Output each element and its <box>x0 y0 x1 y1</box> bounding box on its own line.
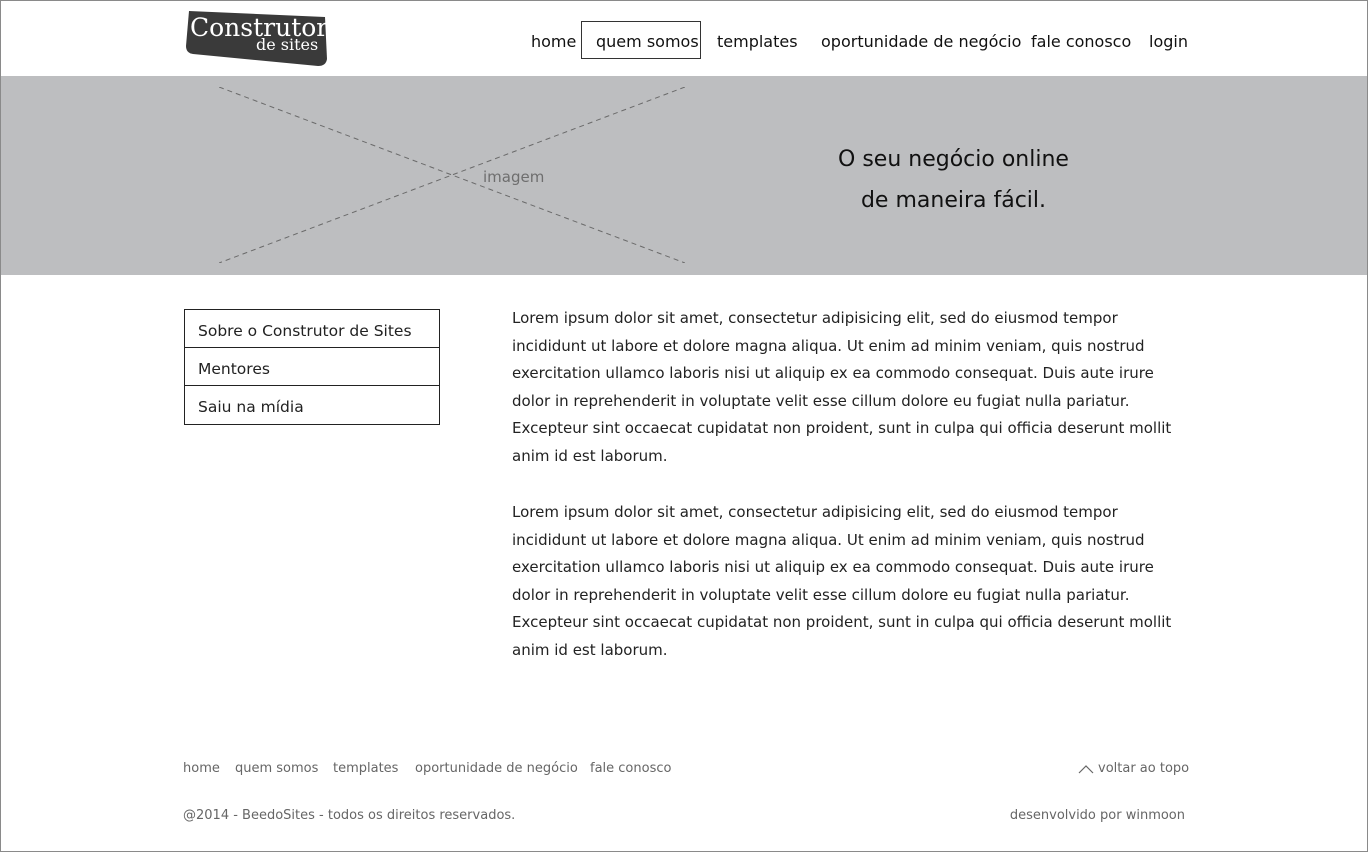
nav-fale-conosco[interactable]: fale conosco <box>1031 21 1131 59</box>
main-nav: home quem somos templates oportunidade d… <box>0 21 1368 61</box>
footer-link-oportunidade[interactable]: oportunidade de negócio <box>415 761 578 776</box>
nav-templates[interactable]: templates <box>717 21 798 59</box>
back-to-top-label: voltar ao topo <box>1098 761 1190 776</box>
back-to-top-link[interactable]: voltar ao topo <box>1078 761 1189 776</box>
chevron-up-icon <box>1078 764 1094 773</box>
sidebar-menu: Sobre o Construtor de Sites Mentores Sai… <box>184 309 440 425</box>
nav-quem-somos[interactable]: quem somos <box>581 21 701 59</box>
hero-tagline-line1: O seu negócio online <box>838 147 1069 172</box>
footer-link-templates[interactable]: templates <box>333 761 398 776</box>
content-paragraph: Lorem ipsum dolor sit amet, consectetur … <box>512 309 1172 465</box>
credit-text: desenvolvido por winmoon <box>1009 808 1185 823</box>
sidebar-item-mentores[interactable]: Mentores <box>185 348 439 386</box>
nav-login[interactable]: login <box>1149 21 1188 59</box>
nav-home[interactable]: home <box>531 21 576 59</box>
content-paragraph: Lorem ipsum dolor sit amet, consectetur … <box>512 503 1172 659</box>
sidebar-item-midia[interactable]: Saiu na mídia <box>185 386 439 424</box>
hero-banner: imagem O seu negócio online de maneira f… <box>1 76 1367 275</box>
footer-link-home[interactable]: home <box>183 761 220 776</box>
nav-oportunidade[interactable]: oportunidade de negócio <box>821 21 1021 59</box>
sidebar-item-sobre[interactable]: Sobre o Construtor de Sites <box>185 310 439 348</box>
hero-tagline: O seu negócio online de maneira fácil. <box>781 139 1126 221</box>
hero-tagline-line2: de maneira fácil. <box>860 188 1047 213</box>
main-content: Lorem ipsum dolor sit amet, consectetur … <box>512 305 1192 693</box>
image-placeholder <box>219 87 685 263</box>
footer-link-quem-somos[interactable]: quem somos <box>235 761 318 776</box>
copyright-text: @2014 - BeedoSites - todos os direitos r… <box>183 808 516 823</box>
footer-link-fale-conosco[interactable]: fale conosco <box>590 761 671 776</box>
image-placeholder-label: imagem <box>483 168 545 186</box>
